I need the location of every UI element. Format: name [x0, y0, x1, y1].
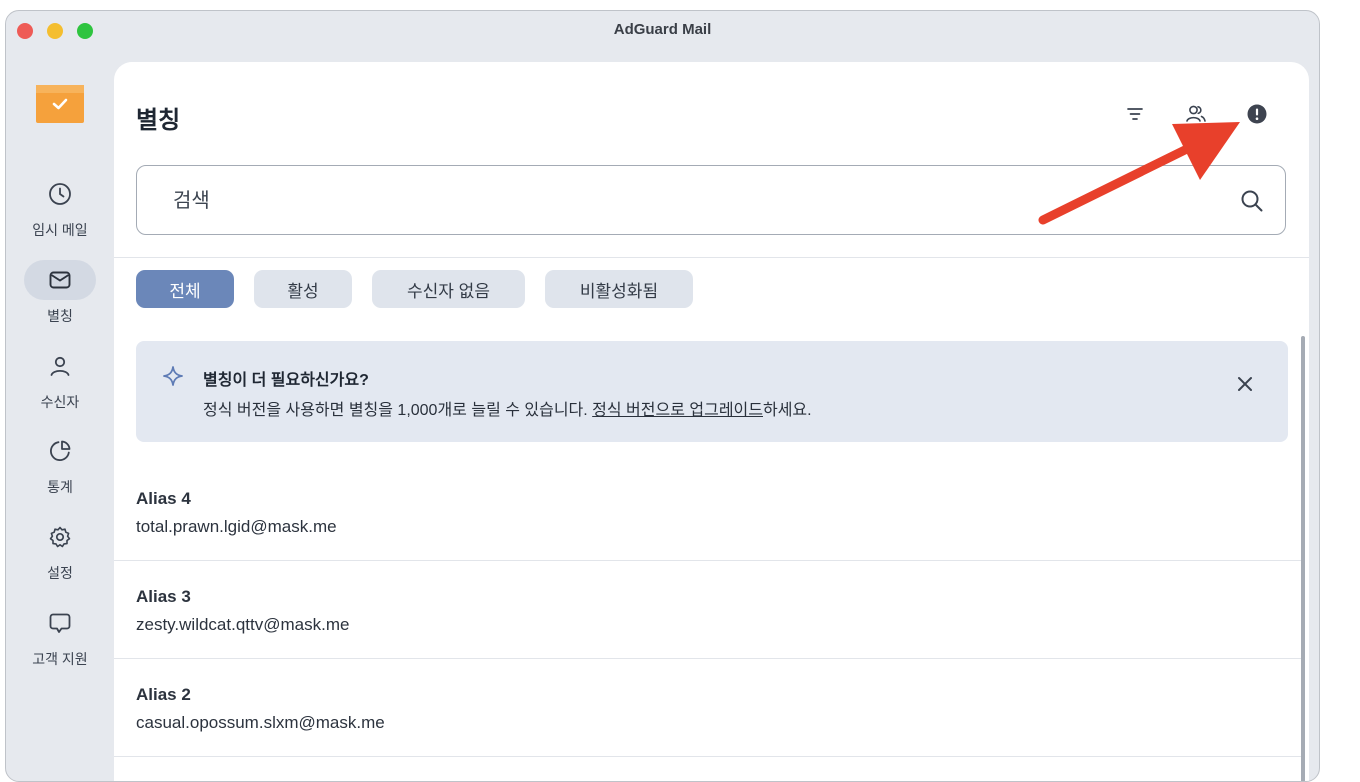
annotation-arrow-icon: [1038, 122, 1240, 225]
